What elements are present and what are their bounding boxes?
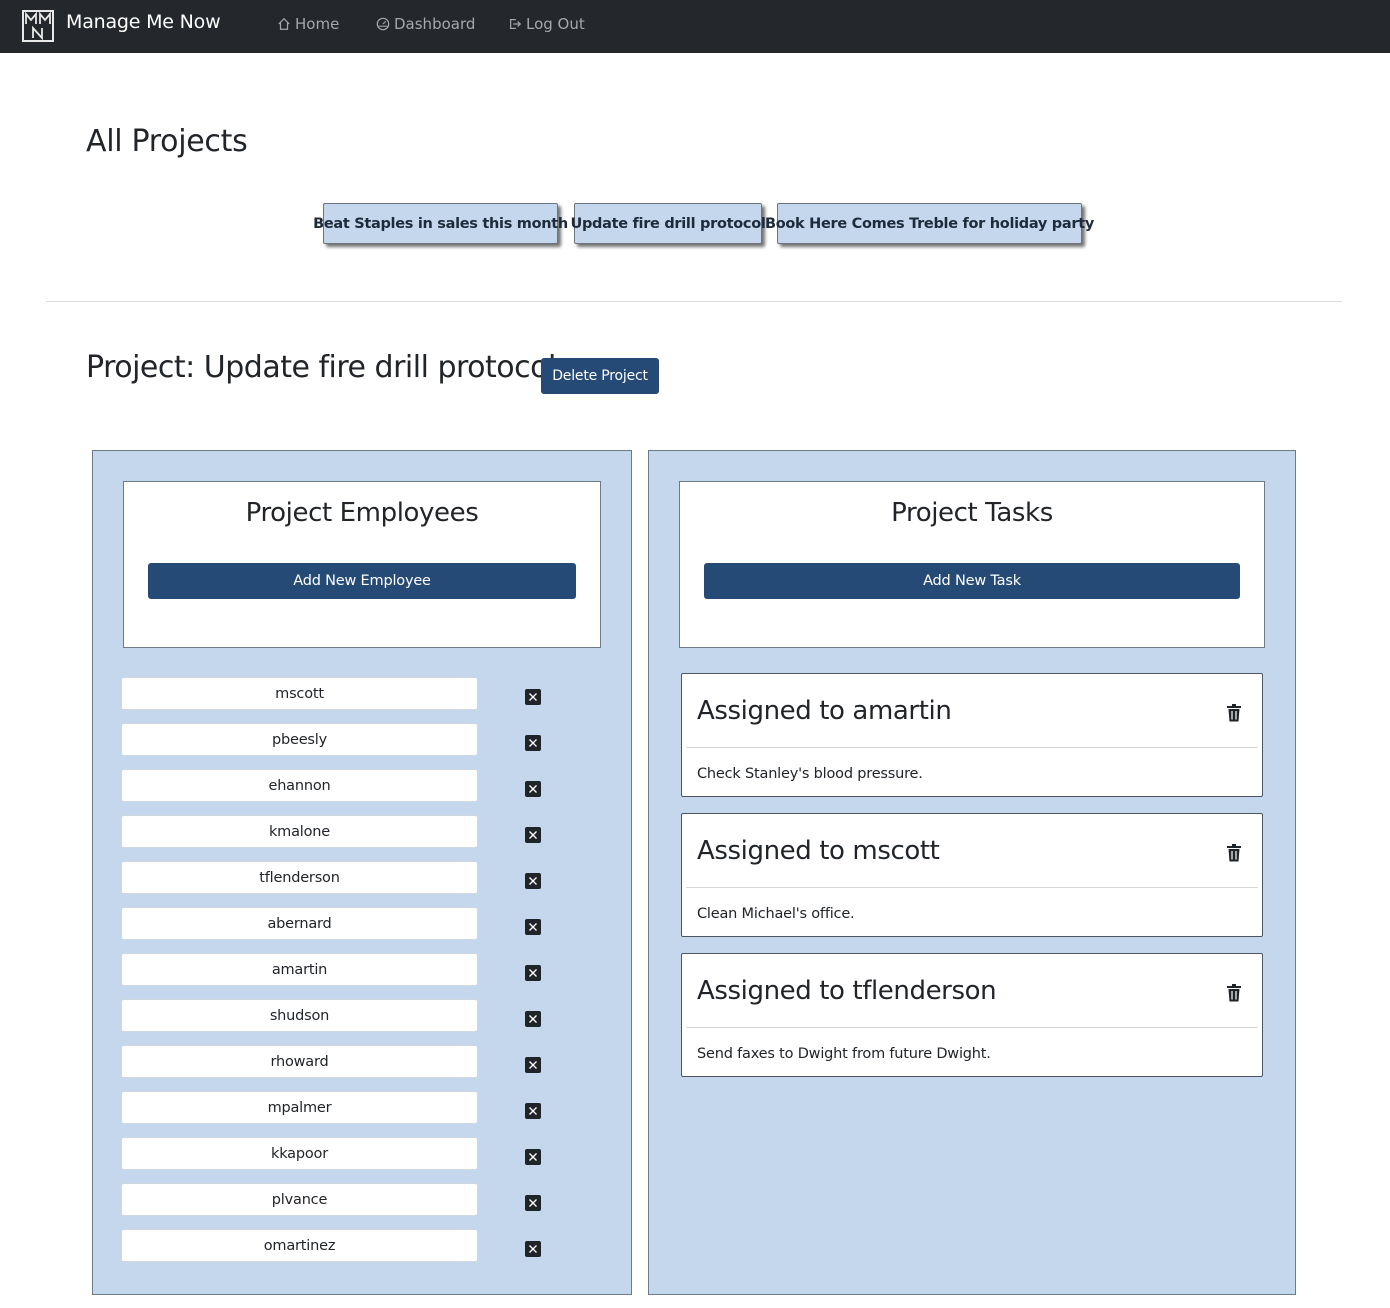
nav-logout-link[interactable]: Log Out — [508, 15, 585, 33]
task-title: Assigned to tflenderson — [697, 976, 997, 1006]
task-description: Clean Michael's office. — [697, 906, 855, 922]
employee-row: pbeesly — [121, 723, 561, 769]
trash-icon[interactable] — [1226, 984, 1242, 1002]
dashboard-icon — [376, 17, 390, 31]
task-title: Assigned to mscott — [697, 836, 940, 866]
employee-row: kkapoor — [121, 1137, 561, 1183]
delete-project-button[interactable]: Delete Project — [541, 358, 659, 394]
trash-icon[interactable] — [1226, 844, 1242, 862]
task-divider — [686, 887, 1258, 888]
all-projects-heading: All Projects — [86, 124, 248, 159]
task-card: Assigned to mscott Clean Michael's offic… — [681, 813, 1263, 937]
project-button-beat-staples[interactable]: Beat Staples in sales this month — [313, 203, 568, 244]
close-icon — [529, 1245, 537, 1253]
project-title: Project: Update fire drill protocol — [86, 350, 556, 385]
remove-employee-button[interactable] — [525, 1195, 541, 1211]
nav-dashboard-label: Dashboard — [394, 15, 476, 33]
close-icon — [529, 1153, 537, 1161]
brand-name[interactable]: Manage Me Now — [66, 11, 221, 33]
task-title: Assigned to amartin — [697, 696, 952, 726]
employees-panel-header: Project Employees Add New Employee — [123, 481, 601, 648]
close-icon — [529, 739, 537, 747]
close-icon — [529, 923, 537, 931]
project-button-fire-drill[interactable]: Update fire drill protocol — [570, 203, 766, 244]
close-icon — [529, 1199, 537, 1207]
employee-name: kmalone — [121, 815, 478, 848]
remove-employee-button[interactable] — [525, 1149, 541, 1165]
project-button-holiday-party[interactable]: Book Here Comes Treble for holiday party — [765, 203, 1094, 244]
employee-name: omartinez — [121, 1229, 478, 1262]
employee-name: plvance — [121, 1183, 478, 1216]
brand-logo-icon[interactable] — [22, 10, 54, 42]
task-divider — [686, 747, 1258, 748]
close-icon — [529, 1061, 537, 1069]
remove-employee-button[interactable] — [525, 919, 541, 935]
close-icon — [529, 1015, 537, 1023]
nav-logout-label: Log Out — [526, 15, 585, 33]
employee-list: mscott pbeesly ehannon kmalone tflenderson ab… — [121, 677, 561, 1275]
nav-dashboard-link[interactable]: Dashboard — [376, 15, 475, 33]
remove-employee-button[interactable] — [525, 1103, 541, 1119]
task-card: Assigned to tflenderson Send faxes to Dw… — [681, 953, 1263, 1077]
employee-name: ehannon — [121, 769, 478, 802]
employee-row: mpalmer — [121, 1091, 561, 1137]
close-icon — [529, 969, 537, 977]
remove-employee-button[interactable] — [525, 1011, 541, 1027]
employee-name: amartin — [121, 953, 478, 986]
task-card: Assigned to amartin Check Stanley's bloo… — [681, 673, 1263, 797]
employee-row: plvance — [121, 1183, 561, 1229]
top-navbar: Manage Me Now Home Dashboard Log Out — [0, 0, 1390, 53]
employee-row: shudson — [121, 999, 561, 1045]
tasks-panel-title: Project Tasks — [891, 498, 1053, 528]
add-new-employee-button[interactable]: Add New Employee — [148, 563, 576, 599]
close-icon — [529, 785, 537, 793]
employee-row: omartinez — [121, 1229, 561, 1275]
employee-row: amartin — [121, 953, 561, 999]
employee-name: pbeesly — [121, 723, 478, 756]
close-icon — [529, 693, 537, 701]
employee-name: rhoward — [121, 1045, 478, 1078]
remove-employee-button[interactable] — [525, 689, 541, 705]
remove-employee-button[interactable] — [525, 873, 541, 889]
employee-row: abernard — [121, 907, 561, 953]
employee-name: mpalmer — [121, 1091, 478, 1124]
employee-name: abernard — [121, 907, 478, 940]
task-description: Check Stanley's blood pressure. — [697, 766, 923, 782]
remove-employee-button[interactable] — [525, 781, 541, 797]
tasks-panel-header: Project Tasks Add New Task — [679, 481, 1265, 648]
employee-name: tflenderson — [121, 861, 478, 894]
task-description: Send faxes to Dwight from future Dwight. — [697, 1046, 991, 1062]
remove-employee-button[interactable] — [525, 1057, 541, 1073]
logout-icon — [510, 19, 522, 29]
employee-row: kmalone — [121, 815, 561, 861]
employee-name: shudson — [121, 999, 478, 1032]
employee-row: mscott — [121, 677, 561, 723]
add-new-task-button[interactable]: Add New Task — [704, 563, 1240, 599]
remove-employee-button[interactable] — [525, 1241, 541, 1257]
close-icon — [529, 1107, 537, 1115]
home-icon — [278, 17, 290, 30]
task-divider — [686, 1027, 1258, 1028]
employee-name: mscott — [121, 677, 478, 710]
project-employees-panel: Project Employees Add New Employee mscot… — [92, 450, 632, 1295]
remove-employee-button[interactable] — [525, 965, 541, 981]
remove-employee-button[interactable] — [525, 735, 541, 751]
employee-row: ehannon — [121, 769, 561, 815]
employee-name: kkapoor — [121, 1137, 478, 1170]
nav-home-link[interactable]: Home — [277, 15, 339, 33]
employee-row: rhoward — [121, 1045, 561, 1091]
close-icon — [529, 831, 537, 839]
project-tasks-panel: Project Tasks Add New Task Assigned to a… — [648, 450, 1296, 1295]
remove-employee-button[interactable] — [525, 827, 541, 843]
section-divider — [46, 301, 1342, 302]
employees-panel-title: Project Employees — [245, 498, 479, 528]
close-icon — [529, 877, 537, 885]
employee-row: tflenderson — [121, 861, 561, 907]
nav-home-label: Home — [295, 15, 340, 33]
trash-icon[interactable] — [1226, 704, 1242, 722]
